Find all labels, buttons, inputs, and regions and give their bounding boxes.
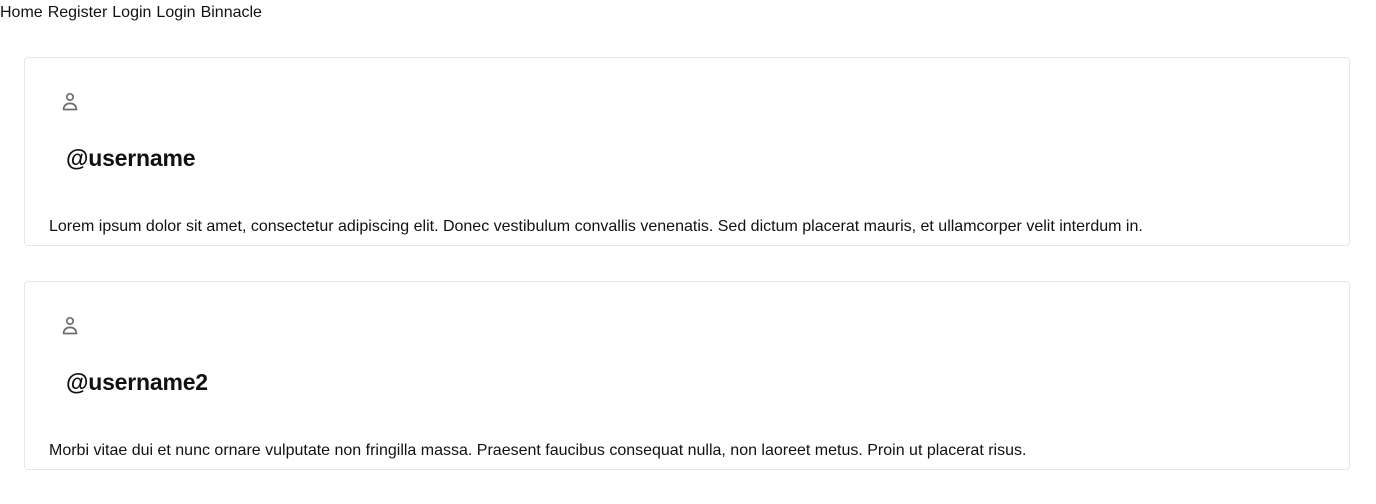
nav-register-link[interactable]: Register xyxy=(48,3,108,23)
top-navigation: Home Register Login Login Binnacle xyxy=(0,3,262,23)
post-card: @username2 Morbi vitae dui et nunc ornar… xyxy=(24,281,1350,470)
nav-login-link-secondary[interactable]: Login xyxy=(156,3,195,23)
nav-binnacle-link[interactable]: Binnacle xyxy=(201,3,262,23)
nav-home-link[interactable]: Home xyxy=(0,3,43,23)
post-username: @username2 xyxy=(66,369,208,396)
user-icon xyxy=(61,92,79,112)
post-username: @username xyxy=(66,145,196,172)
user-icon xyxy=(61,316,79,336)
post-card: @username Lorem ipsum dolor sit amet, co… xyxy=(24,57,1350,246)
post-content: Morbi vitae dui et nunc ornare vulputate… xyxy=(49,442,1027,459)
nav-login-link[interactable]: Login xyxy=(112,3,151,23)
post-content: Lorem ipsum dolor sit amet, consectetur … xyxy=(49,218,1143,235)
